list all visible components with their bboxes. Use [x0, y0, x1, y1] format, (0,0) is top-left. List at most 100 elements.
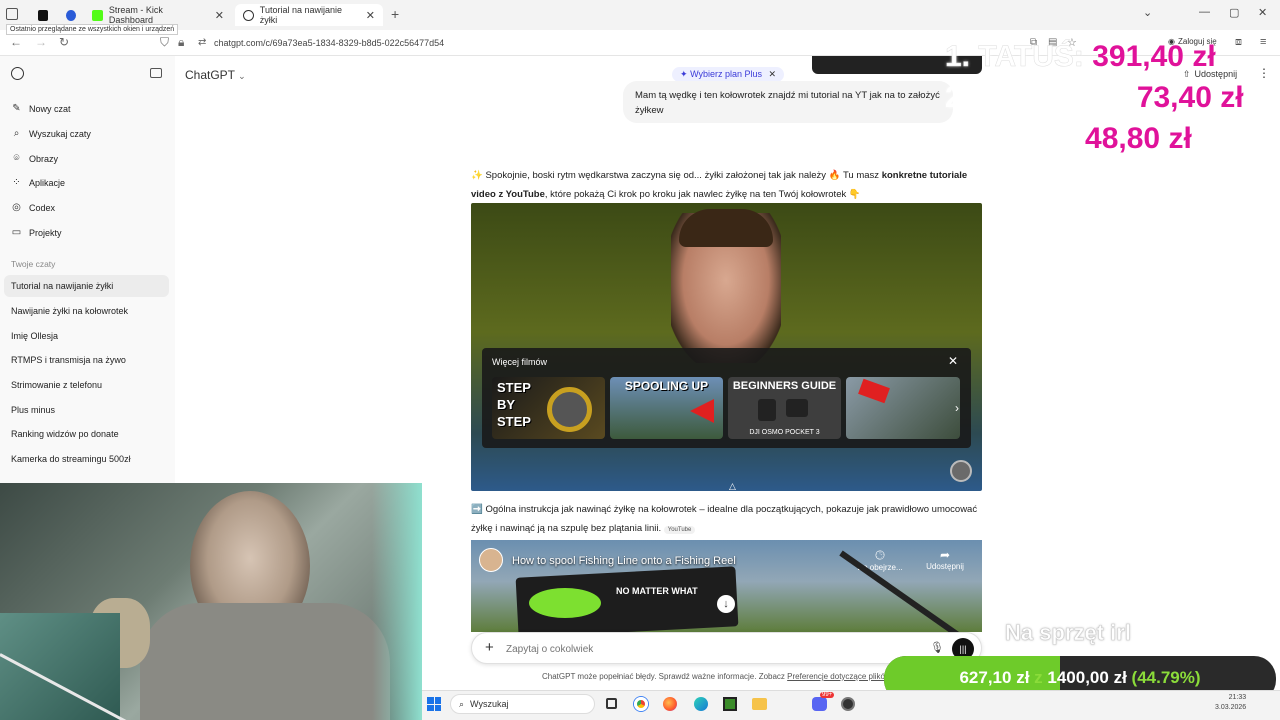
channel-watermark-icon[interactable]: [950, 460, 972, 482]
user-message: Mam tą wędkę i ten kołowrotek znajdź mi …: [623, 81, 953, 123]
folder-icon: ▭: [11, 227, 22, 238]
back-icon[interactable]: ←: [10, 35, 22, 49]
maximize-icon[interactable]: ▢: [1229, 6, 1239, 19]
video-share-button[interactable]: ➦ Udostępnij: [917, 548, 973, 571]
close-tab-icon[interactable]: ✕: [215, 9, 224, 22]
model-selector[interactable]: ChatGPT ⌄: [185, 68, 246, 82]
video-thumbnail[interactable]: SPOOLING UP: [610, 377, 723, 439]
chat-item[interactable]: Strimowanie z telefonu: [4, 374, 169, 396]
more-options-icon[interactable]: ⋮: [1258, 66, 1270, 80]
channel-avatar[interactable]: [479, 548, 503, 572]
chat-item[interactable]: Imię Ollesja: [4, 325, 169, 347]
thumbnail-subtext: DJI OSMO POCKET 3: [749, 429, 820, 436]
codex-icon: ◎: [12, 202, 21, 213]
page-title: ChatGPT: [185, 68, 235, 82]
sidebar-item-search[interactable]: ⌕ Wyszukaj czaty: [11, 128, 91, 139]
edge-icon[interactable]: [694, 697, 708, 711]
goal-percent: (44.79%): [1131, 668, 1201, 687]
upgrade-plus-button[interactable]: ✦ Wybierz plan Plus ✕: [672, 67, 785, 82]
windows-start-icon[interactable]: [427, 697, 441, 711]
reel-icon: [547, 387, 592, 432]
sidebar-item-codex[interactable]: ◎ Codex: [11, 202, 55, 213]
tooltip: Ostatnio przeglądane ze wszystkich okien…: [6, 24, 179, 35]
taskbar-search[interactable]: ⌕ Wyszukaj: [450, 694, 595, 714]
reload-icon[interactable]: ↻: [59, 35, 69, 49]
more-videos-label: Więcej filmów: [492, 357, 548, 367]
close-icon[interactable]: ✕: [769, 69, 777, 79]
new-tab-icon[interactable]: +: [391, 6, 399, 22]
goal-progress-text: 627,10 zł z 1400,00 zł (44.79%): [884, 668, 1276, 688]
microphone-icon[interactable]: 🎙︎: [930, 641, 944, 654]
arrow-icon: [858, 378, 890, 404]
apps-icon: ⁘: [12, 177, 21, 188]
video-thumbnail[interactable]: BEGINNERS GUIDE DJI OSMO POCKET 3: [728, 377, 841, 439]
forward-icon[interactable]: →: [35, 35, 47, 49]
add-attachment-icon[interactable]: +: [485, 639, 494, 656]
share-label: Udostępnij: [926, 562, 964, 571]
download-icon[interactable]: ↓: [717, 595, 735, 613]
video-thumbnail[interactable]: [846, 377, 960, 439]
discord-icon[interactable]: [812, 697, 827, 711]
menu-icon[interactable]: ≡: [1260, 36, 1266, 48]
ranking-amount: 391,40 zł: [1092, 40, 1216, 73]
video-embed[interactable]: Więcej filmów ✕ STEP BY STEP SPOOLING UP…: [471, 203, 982, 491]
tab-tiktok[interactable]: [30, 4, 56, 26]
recent-tabs-icon[interactable]: [6, 8, 18, 20]
source-badge[interactable]: YouTube: [663, 526, 696, 534]
chrome-icon[interactable]: [634, 697, 648, 711]
section-title: Twoje czaty: [11, 259, 56, 269]
clock-icon: 🕒︎: [875, 548, 885, 562]
tab-b[interactable]: [58, 4, 84, 26]
minimize-icon[interactable]: —: [1199, 6, 1210, 18]
video-embed[interactable]: How to spool Fishing Line onto a Fishing…: [471, 540, 982, 632]
tab-tutorial[interactable]: Tutorial na nawijanie żyłki ✕: [235, 4, 383, 26]
shield-icon[interactable]: ⛉: [160, 35, 169, 50]
firefox-icon[interactable]: [663, 697, 677, 711]
chatgpt-icon: [243, 9, 254, 21]
prompt-input[interactable]: [506, 641, 886, 657]
chat-item[interactable]: Ranking widzów po donate: [4, 423, 169, 445]
tab-kick-dashboard[interactable]: Stream - Kick Dashboard ✕: [84, 4, 232, 26]
sidebar-item-apps[interactable]: ⁘ Aplikacje: [11, 177, 65, 188]
task-view-icon[interactable]: [606, 698, 617, 709]
ranking-amount: 73,40 zł: [1136, 81, 1244, 114]
chat-item[interactable]: Tutorial na nawijanie żyłki: [4, 275, 169, 297]
search-icon: ⌕: [459, 698, 465, 709]
close-icon[interactable]: ✕: [948, 354, 958, 368]
file-explorer-icon[interactable]: [752, 698, 767, 710]
chat-item[interactable]: Kamerka do streamingu 500zł: [4, 448, 169, 470]
chat-item[interactable]: RTMPS i transmisja na żywo: [4, 349, 169, 371]
video-title[interactable]: How to spool Fishing Line onto a Fishing…: [512, 555, 736, 567]
minecraft-icon[interactable]: [723, 697, 737, 711]
chat-item[interactable]: Plus minus: [4, 399, 169, 421]
close-tab-icon[interactable]: ✕: [366, 9, 375, 22]
taskbar-search-placeholder: Wyszukaj: [470, 699, 509, 709]
tiktok-icon: [38, 9, 48, 21]
sidebar-item-projects[interactable]: ▭ Projekty: [11, 227, 62, 238]
chat-item[interactable]: Nawijanie żyłki na kołowrotek: [4, 300, 169, 322]
tab-list-icon[interactable]: ⌄: [1143, 6, 1152, 19]
sidebar-toggle-icon[interactable]: [150, 68, 162, 78]
presenter-hair: [679, 209, 773, 247]
sidebar-item-label: Codex: [29, 202, 56, 213]
goal-target: 1400,00 zł: [1047, 668, 1127, 687]
obs-icon[interactable]: [841, 697, 855, 711]
chevron-right-icon[interactable]: ›: [955, 401, 959, 415]
sidebar-item-label: Aplikacje: [29, 177, 66, 188]
sidebar-item-images[interactable]: ⌾ Obrazy: [11, 153, 59, 164]
sidebar: [0, 56, 175, 486]
url-field[interactable]: chatgpt.com/c/69a73ea5-1834-8329-b8d5-02…: [214, 38, 444, 48]
extensions-icon[interactable]: ⧈: [1235, 36, 1242, 49]
ranking-name: 1. TATUŚ:: [945, 40, 1084, 74]
disclaimer: ChatGPT może popełniać błędy. Sprawdź wa…: [542, 672, 916, 681]
site-settings-icon[interactable]: ⇄: [198, 37, 206, 48]
video-thumbnail[interactable]: STEP BY STEP: [492, 377, 605, 439]
thumbnail-text: BEGINNERS GUIDE: [732, 380, 837, 392]
close-window-icon[interactable]: ✕: [1258, 6, 1267, 19]
sidebar-item-new-chat[interactable]: ✎ Nowy czat: [11, 103, 70, 114]
ranking-row-1: 1. TATUŚ: 391,40 zł: [945, 40, 1216, 74]
goal-title: Na sprzęt irl: [1005, 620, 1132, 646]
chatgpt-logo-icon[interactable]: [11, 67, 24, 80]
clock[interactable]: 21:33 3.03.2026: [1215, 693, 1246, 713]
sidebar-item-label: Wyszukaj czaty: [29, 128, 91, 139]
